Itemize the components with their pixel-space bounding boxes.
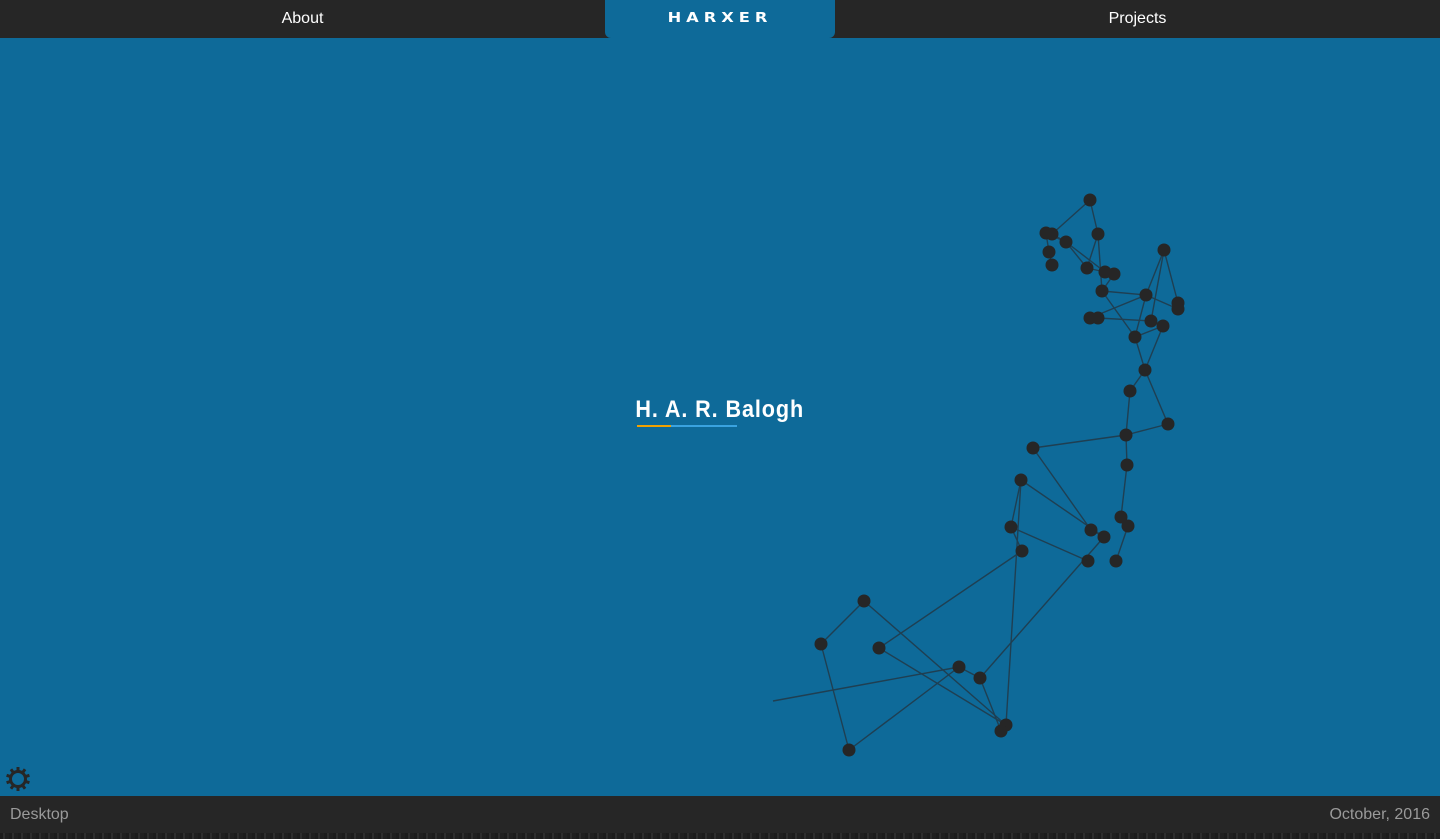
footer-bar: Desktop October, 2016 xyxy=(0,796,1440,833)
graph-node xyxy=(1097,530,1111,544)
graph-node xyxy=(1107,267,1121,281)
name-underline xyxy=(637,425,737,427)
top-nav-bar: About HARXER Projects xyxy=(0,0,1440,38)
nav-about-link[interactable]: About xyxy=(0,0,605,38)
nav-projects-link[interactable]: Projects xyxy=(835,0,1440,38)
graph-node xyxy=(952,660,966,674)
author-name-title[interactable]: H. A. R. Balogh xyxy=(0,396,1440,426)
graph-edge xyxy=(1101,290,1136,338)
graph-node xyxy=(1119,428,1133,442)
graph-edge xyxy=(1032,447,1092,531)
graph-edge xyxy=(820,643,850,751)
footer-device-label: Desktop xyxy=(10,806,69,823)
graph-edge xyxy=(1032,434,1127,449)
graph-node xyxy=(814,637,828,651)
footer-date-label: October, 2016 xyxy=(1329,806,1430,823)
graph-edge xyxy=(1051,199,1091,235)
graph-edge xyxy=(1145,249,1165,296)
graph-node xyxy=(1138,363,1152,377)
graph-edge xyxy=(1097,233,1103,292)
graph-node xyxy=(1059,235,1073,249)
graph-node xyxy=(872,641,886,655)
graph-node xyxy=(1095,284,1109,298)
graph-node xyxy=(1080,261,1094,275)
graph-node xyxy=(1014,473,1028,487)
main-canvas: H. A. R. Balogh xyxy=(0,38,1440,796)
graph-edge xyxy=(863,600,1007,726)
graph-edge xyxy=(1097,317,1152,322)
logo-tab[interactable]: HARXER xyxy=(605,0,835,38)
graph-node xyxy=(1045,227,1059,241)
graph-node xyxy=(1084,523,1098,537)
graph-node xyxy=(1157,243,1171,257)
gear-icon[interactable] xyxy=(5,766,31,792)
graph-node xyxy=(1144,314,1158,328)
graph-node xyxy=(1042,245,1056,259)
graph-node xyxy=(857,594,871,608)
graph-edge xyxy=(1134,294,1147,338)
graph-node xyxy=(1121,519,1135,533)
graph-node xyxy=(1045,258,1059,272)
graph-node xyxy=(1081,554,1095,568)
graph-edge xyxy=(772,666,960,702)
graph-node xyxy=(1156,319,1170,333)
logo-text: HARXER xyxy=(667,11,773,26)
graph-edge xyxy=(1150,249,1165,322)
graph-edge xyxy=(1163,249,1179,304)
graph-node xyxy=(1026,441,1040,455)
graph-node xyxy=(1139,288,1153,302)
graph-edge xyxy=(1101,290,1147,296)
graph-edge xyxy=(820,600,865,645)
graph-node xyxy=(1171,302,1185,316)
graph-node xyxy=(973,671,987,685)
graph-edge xyxy=(1120,464,1128,518)
graph-node xyxy=(1120,458,1134,472)
author-name-text: H. A. R. Balogh xyxy=(635,396,805,423)
graph-node xyxy=(994,724,1008,738)
graph-node xyxy=(1015,544,1029,558)
graph-node xyxy=(1128,330,1142,344)
graph-node xyxy=(1091,311,1105,325)
graph-node xyxy=(842,743,856,757)
graph-node xyxy=(1091,227,1105,241)
bottom-texture-strip xyxy=(0,833,1440,839)
graph-node xyxy=(1083,193,1097,207)
graph-node xyxy=(1109,554,1123,568)
graph-node xyxy=(1004,520,1018,534)
graph-edge xyxy=(848,666,960,751)
